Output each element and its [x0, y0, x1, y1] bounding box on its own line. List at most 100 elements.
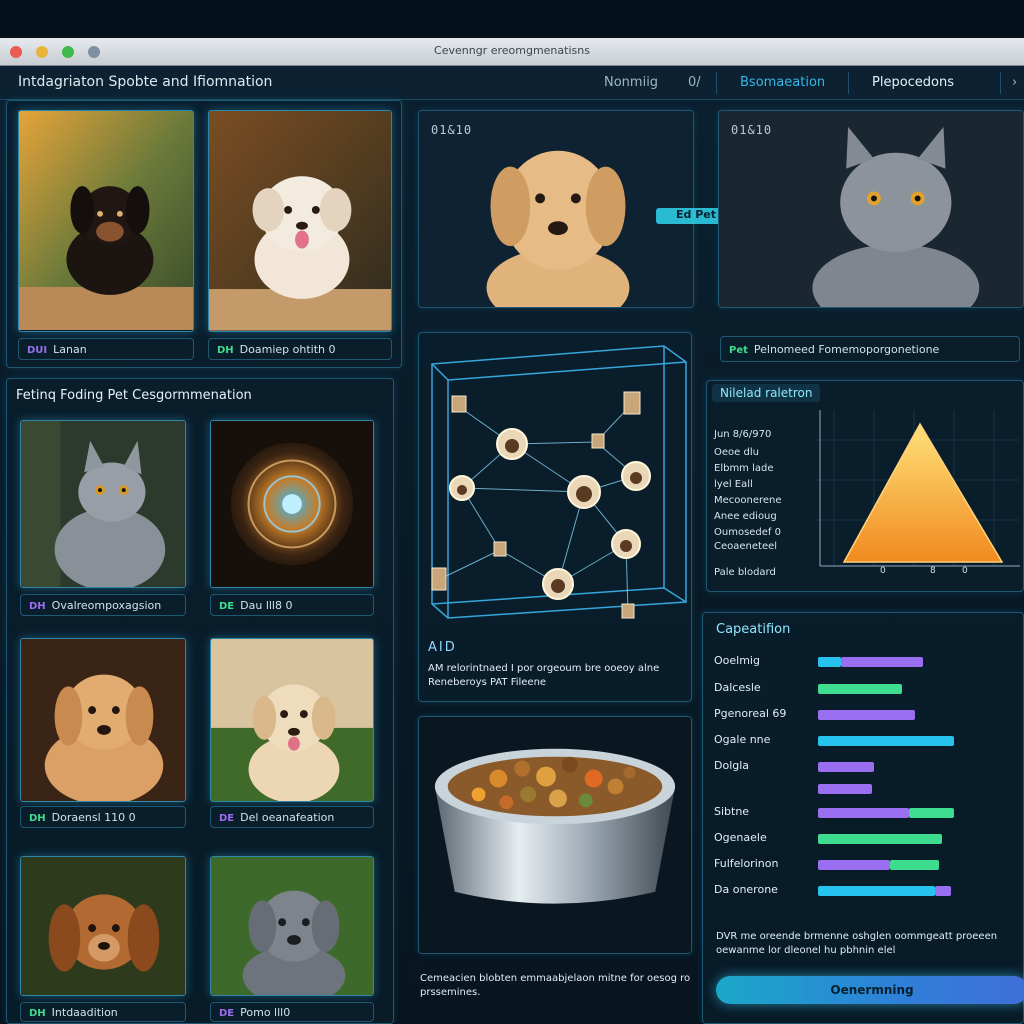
dachshund-photo — [19, 111, 193, 331]
related-label: Ceoaeneteel — [714, 541, 778, 552]
image-caption: DE Del oeanafeation — [210, 806, 374, 828]
toolbar-item-procedures[interactable]: Plepocedons — [872, 75, 954, 90]
caption-text: Del oeanafeation — [240, 811, 335, 824]
food-panel[interactable] — [418, 716, 692, 954]
pet-photo-tile[interactable] — [20, 420, 186, 588]
related-label: Jun 8/6/970 — [714, 429, 772, 440]
metric-label: Ogale nne — [714, 733, 771, 746]
caption-text: Ovalreompoxagsion — [51, 599, 162, 612]
dog-photo-tile[interactable] — [208, 110, 392, 332]
brown-puppy-photo — [21, 857, 185, 995]
generate-button[interactable]: Oenermning — [716, 976, 1024, 1004]
caption-badge: DE — [219, 813, 235, 824]
capabilities-title: Capeatifion — [716, 622, 791, 637]
metric-label: Dolgla — [714, 759, 750, 772]
metric-bar-segment — [818, 762, 874, 772]
metric-label: Ooelmig — [714, 654, 760, 667]
related-label: Oumosedef 0 — [714, 527, 781, 538]
pet-photo-tile[interactable] — [210, 420, 374, 588]
toolbar-item-counter[interactable]: 0/ — [688, 75, 701, 90]
chart-tick: 8 — [930, 566, 936, 576]
dog-photo-tile[interactable] — [18, 110, 194, 332]
image-caption: DH Doamiep ohtith 0 — [208, 338, 392, 360]
metric-bar — [818, 784, 1024, 794]
metric-bar — [818, 736, 1024, 746]
network-description: AM relorintnaed I por orgeoum bre ooeoy … — [428, 663, 660, 688]
caption-badge: DH — [217, 345, 234, 356]
caption-text: Lanan — [53, 343, 87, 356]
metric-label: Pgenoreal 69 — [714, 707, 787, 720]
chevron-right-icon[interactable]: › — [1012, 75, 1017, 90]
caption-badge: DH — [29, 813, 46, 824]
labrador-puppy-photo — [419, 111, 693, 307]
caption-text: Doamiep ohtith 0 — [239, 343, 336, 356]
related-label: lyel Eall — [714, 479, 753, 490]
toolbar-item-observation[interactable]: Bsomaeation — [740, 75, 825, 90]
gray-cat-photo — [719, 111, 1023, 307]
caption-badge: DE — [219, 1008, 235, 1019]
pet-photo-tile[interactable] — [210, 856, 374, 996]
metric-bar-segment — [818, 657, 841, 667]
metric-bar-segment — [841, 657, 923, 667]
labrador-puppy-photo — [211, 639, 373, 801]
capabilities-panel — [702, 612, 1024, 1024]
food-description: Cemeacien blobten emmaabjelaon mitne for… — [420, 973, 691, 998]
related-label: Elbmm lade — [714, 463, 774, 474]
related-title: Nilelad raletron — [712, 384, 821, 402]
gray-puppy-photo — [211, 857, 373, 995]
metric-bar — [818, 710, 1024, 720]
pet-food-bowl-photo — [419, 717, 691, 953]
toolbar-item-monitoring[interactable]: Nonmiig — [604, 75, 658, 90]
toolbar-divider — [716, 72, 717, 94]
caption-text: Dau lll8 0 — [240, 599, 293, 612]
network-graph-icon — [431, 345, 687, 619]
image-caption: DE Pomo lll0 — [210, 1002, 374, 1022]
page-title: Intdagriaton Spobte and Ifiomnation — [18, 74, 273, 90]
caption-badge: DH — [29, 1008, 46, 1019]
pet-relationship-graph[interactable] — [428, 340, 690, 626]
metric-bar — [818, 860, 1024, 870]
pyramid-chart[interactable] — [814, 410, 1020, 586]
caption-badge: DUI — [27, 345, 48, 356]
gray-cat-photo — [21, 421, 185, 587]
metric-bar-segment — [935, 886, 951, 896]
pet-photo-tile[interactable] — [210, 638, 374, 802]
metric-bar — [818, 886, 1024, 896]
metric-bar-segment — [818, 784, 872, 794]
golden-puppy-photo — [21, 639, 185, 801]
metric-label: Dalcesle — [714, 681, 761, 694]
source-pet-panel[interactable]: 01&10 — [418, 110, 694, 308]
metric-bar-segment — [818, 710, 915, 720]
swirl-graphic — [211, 421, 373, 587]
image-caption: DH Doraensl 110 0 — [20, 806, 186, 828]
metric-bar-segment — [890, 860, 939, 870]
caption-text: Pelnomeed Fomemoporgonetione — [753, 343, 940, 356]
metric-bar-segment — [818, 736, 954, 746]
fluffy-puppy-photo — [209, 111, 391, 331]
metric-bar-segment — [818, 860, 890, 870]
metric-label: Da onerone — [714, 883, 778, 896]
pet-photo-tile[interactable] — [20, 638, 186, 802]
chart-tick: 0 — [962, 566, 968, 576]
section-title: Fetinq Foding Pet Cesgormmenation — [16, 388, 252, 403]
timestamp-label: 01&10 — [731, 123, 773, 137]
metric-bar — [818, 808, 1024, 818]
caption-badge: Pet — [729, 345, 748, 356]
related-label: Pale blodard — [714, 567, 776, 578]
network-label: AID — [428, 640, 457, 655]
toolbar-divider — [848, 72, 849, 94]
caption-text: Doraensl 110 0 — [51, 811, 136, 824]
image-caption: DE Dau lll8 0 — [210, 594, 374, 616]
metric-label: Sibtne — [714, 805, 750, 818]
related-label: Oeoe dlu — [714, 447, 759, 458]
window-titlebar: Cevenngr ereomgmenatisns — [0, 38, 1024, 66]
pet-photo-tile[interactable] — [20, 856, 186, 996]
caption-text: Pomo lll0 — [240, 1006, 291, 1019]
chart-tick: 0 — [880, 566, 886, 576]
caption-badge: DH — [29, 601, 46, 612]
pyramid-chart-graphic — [814, 410, 1020, 567]
result-pet-panel[interactable]: 01&10 — [718, 110, 1024, 308]
capabilities-note: DVR me oreende brmenne oshglen oommgeatt… — [716, 931, 998, 956]
metric-bar — [818, 657, 1024, 667]
metric-bar-segment — [818, 684, 902, 694]
